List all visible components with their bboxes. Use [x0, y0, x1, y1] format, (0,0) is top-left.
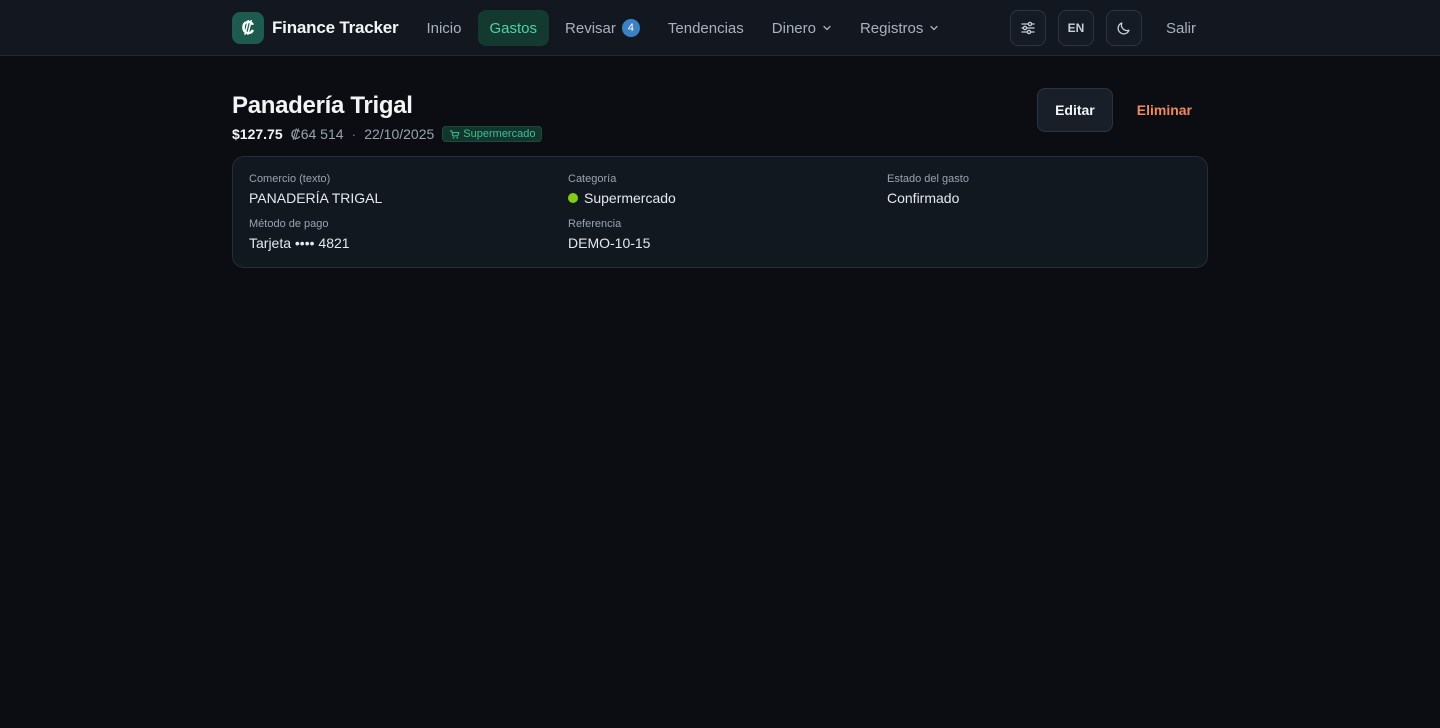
detail-merchant: Comercio (texto) PANADERÍA TRIGAL	[249, 173, 568, 206]
nav-link-label: Tendencias	[667, 19, 744, 37]
detail-payment-method: Método de pago Tarjeta •••• 4821	[249, 218, 568, 251]
nav-link-revisar[interactable]: Revisar 4	[553, 10, 652, 46]
expense-details-card: Comercio (texto) PANADERÍA TRIGAL Catego…	[232, 156, 1208, 268]
reference-value: DEMO-10-15	[568, 235, 651, 251]
category-value: Supermercado	[584, 190, 676, 206]
nav-link-label: Gastos	[489, 19, 538, 37]
separator: ·	[351, 126, 357, 142]
field-value: Supermercado	[568, 190, 887, 206]
page-title: Panadería Trigal	[232, 92, 413, 119]
cart-icon	[450, 129, 460, 139]
logout-button[interactable]: Salir	[1154, 20, 1208, 37]
brand[interactable]: ₡ Finance Tracker	[232, 12, 399, 44]
top-navbar: ₡ Finance Tracker Inicio Gastos Revisar …	[0, 0, 1440, 56]
payment-value: Tarjeta •••• 4821	[249, 235, 350, 251]
merchant-value: PANADERÍA TRIGAL	[249, 190, 383, 206]
chevron-down-icon	[930, 25, 938, 31]
nav-link-label: Dinero	[771, 19, 816, 37]
nav-link-inicio[interactable]: Inicio	[414, 10, 473, 46]
settings-button[interactable]	[1009, 10, 1046, 46]
sliders-icon	[1021, 21, 1035, 35]
chevron-down-icon	[823, 25, 831, 31]
expense-header: Panadería Trigal $127.75 ₡64 514 · 22/10…	[232, 88, 1208, 142]
field-value: PANADERÍA TRIGAL	[249, 190, 568, 206]
nav-link-label: Inicio	[426, 19, 462, 37]
category-color-dot	[568, 193, 578, 203]
field-label: Categoría	[568, 173, 617, 185]
expense-actions: Editar Eliminar	[1037, 88, 1208, 132]
edit-button[interactable]: Editar	[1037, 88, 1113, 132]
detail-status: Estado del gasto Confirmado	[887, 173, 1191, 206]
detail-reference: Referencia DEMO-10-15	[568, 218, 887, 251]
expense-summary: Panadería Trigal $127.75 ₡64 514 · 22/10…	[232, 88, 543, 142]
brand-logo-icon: ₡	[232, 12, 264, 44]
nav-link-tendencias[interactable]: Tendencias	[656, 10, 756, 46]
nav-dropdown-dinero[interactable]: Dinero	[760, 10, 844, 46]
category-tag: Supermercado	[442, 126, 543, 142]
amount-local: ₡64 514	[290, 126, 344, 142]
language-toggle-button[interactable]: EN	[1057, 10, 1094, 46]
field-label: Estado del gasto	[887, 173, 969, 185]
nav-dropdown-registros[interactable]: Registros	[848, 10, 951, 46]
theme-toggle-button[interactable]	[1105, 10, 1142, 46]
nav-link-gastos[interactable]: Gastos	[477, 10, 550, 46]
nav-link-label: Revisar	[565, 19, 616, 37]
field-value: DEMO-10-15	[568, 235, 887, 251]
app-name: Finance Tracker	[272, 18, 399, 37]
expense-detail: Panadería Trigal $127.75 ₡64 514 · 22/10…	[232, 88, 1208, 268]
nav-right-controls: EN Salir	[1009, 10, 1208, 46]
delete-button[interactable]: Eliminar	[1121, 88, 1208, 132]
expense-subline: $127.75 ₡64 514 · 22/10/2025 Supermercad…	[232, 126, 543, 142]
amount-usd: $127.75	[232, 126, 283, 142]
category-tag-label: Supermercado	[463, 128, 536, 140]
field-label: Método de pago	[249, 218, 329, 230]
field-label: Referencia	[568, 218, 622, 230]
detail-category: Categoría Supermercado	[568, 173, 887, 206]
field-label: Comercio (texto)	[249, 173, 331, 185]
field-value: Confirmado	[887, 190, 1191, 206]
nav-link-label: Registros	[859, 19, 924, 37]
review-count-badge: 4	[621, 19, 640, 37]
status-value: Confirmado	[887, 190, 960, 206]
moon-icon	[1117, 22, 1130, 35]
expense-date: 22/10/2025	[364, 126, 435, 142]
field-value: Tarjeta •••• 4821	[249, 235, 568, 251]
main-nav: Inicio Gastos Revisar 4 Tendencias Diner…	[414, 10, 951, 46]
